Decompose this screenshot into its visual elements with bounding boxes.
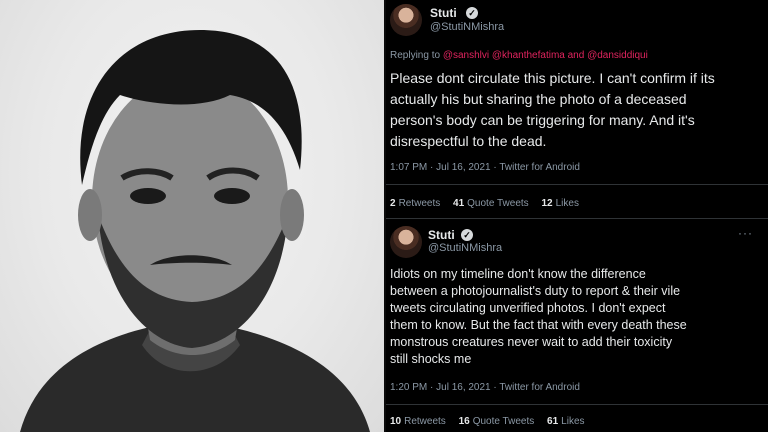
tweet-stats: 10 Retweets 16 Quote Tweets 61 Likes bbox=[390, 416, 595, 427]
likes-count: 61 bbox=[547, 416, 559, 427]
replying-to: Replying to @sanshlvi @khanthefatima and… bbox=[390, 50, 648, 61]
quote-tweets-label: Quote Tweets bbox=[472, 416, 535, 427]
replying-to-label: Replying to bbox=[390, 50, 443, 61]
likes-label: Likes bbox=[555, 198, 579, 209]
retweets-count: 2 bbox=[390, 198, 396, 209]
retweets-count: 10 bbox=[390, 416, 402, 427]
quote-tweets-stat[interactable]: 16 Quote Tweets bbox=[459, 416, 535, 427]
quote-tweets-count: 16 bbox=[458, 416, 470, 427]
avatar[interactable] bbox=[390, 4, 422, 36]
tweet-stats: 2 Retweets 41 Quote Tweets 12 Likes bbox=[390, 198, 589, 209]
tweet-screenshot: Stuti ✓ @StutiNMishra Replying to @sansh… bbox=[386, 0, 768, 432]
quote-tweets-label: Quote Tweets bbox=[467, 198, 529, 209]
tweet-timestamp[interactable]: 1:20 PM · Jul 16, 2021 · Twitter for And… bbox=[390, 382, 580, 393]
likes-stat[interactable]: 61 Likes bbox=[547, 416, 584, 427]
divider bbox=[386, 218, 768, 219]
divider bbox=[386, 404, 768, 405]
avatar[interactable] bbox=[390, 226, 422, 258]
verified-badge-icon: ✓ bbox=[466, 7, 478, 19]
quote-tweets-count: 41 bbox=[453, 198, 465, 209]
retweets-stat[interactable]: 10 Retweets bbox=[390, 416, 446, 427]
tweet-timestamp[interactable]: 1:07 PM · Jul 16, 2021 · Twitter for And… bbox=[390, 162, 580, 173]
retweets-label: Retweets bbox=[404, 416, 446, 427]
tweet-text: Idiots on my timeline don't know the dif… bbox=[390, 267, 687, 366]
retweets-label: Retweets bbox=[398, 198, 441, 209]
likes-stat[interactable]: 12 Likes bbox=[541, 198, 578, 209]
author-handle[interactable]: @StutiNMishra bbox=[428, 242, 502, 254]
author-name[interactable]: Stuti bbox=[430, 6, 457, 20]
author-name[interactable]: Stuti bbox=[428, 228, 455, 242]
likes-label: Likes bbox=[561, 416, 585, 427]
author-handle[interactable]: @StutiNMishra bbox=[430, 21, 504, 33]
quote-tweets-stat[interactable]: 41 Quote Tweets bbox=[453, 198, 529, 209]
verified-badge-icon: ✓ bbox=[461, 229, 473, 241]
divider bbox=[386, 184, 768, 185]
tweet-text: Please dont circulate this picture. I ca… bbox=[390, 70, 715, 149]
likes-count: 12 bbox=[541, 198, 553, 209]
portrait-illustration bbox=[20, 30, 370, 432]
retweets-stat[interactable]: 2 Retweets bbox=[390, 198, 440, 209]
more-options-icon[interactable]: ··· bbox=[738, 226, 753, 240]
reply-mentions[interactable]: @sanshlvi @khanthefatima and @dansiddiqu… bbox=[443, 50, 648, 61]
portrait-photo bbox=[0, 0, 384, 432]
